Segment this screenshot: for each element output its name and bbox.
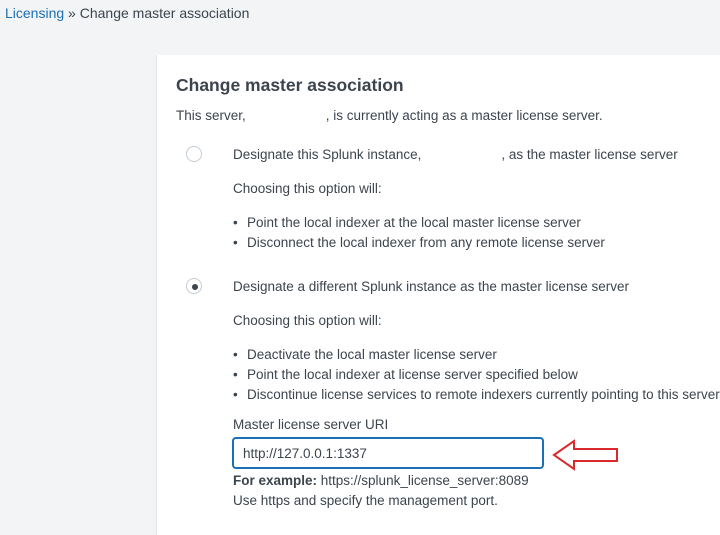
option-remote-bullet-3: Discontinue license services to remote i… [233,387,720,402]
option-remote-bullet-2: Point the local indexer at license serve… [233,367,578,382]
breadcrumb-separator: » [64,5,80,21]
master-uri-input[interactable] [232,437,544,469]
page-title: Change master association [176,75,404,95]
option-local-bullet-2: Disconnect the local indexer from any re… [233,235,605,250]
radio-remote-master[interactable] [186,278,202,294]
option-remote-choosing-text: Choosing this option will: [233,313,382,328]
uri-example-value: https://splunk_license_server:8089 [317,473,529,488]
radio-local-master[interactable] [186,146,202,162]
option-local-bullet-1: Point the local indexer at the local mas… [233,215,581,230]
uri-label: Master license server URI [233,417,389,432]
option-local-label-suffix: , as the master license server [501,147,678,162]
status-suffix: , is currently acting as a master licens… [325,108,603,123]
status-prefix: This server, [176,108,246,123]
breadcrumb-link-licensing[interactable]: Licensing [5,5,64,21]
uri-example-label: For example: [233,473,318,488]
option-remote-bullet-1: Deactivate the local master license serv… [233,347,497,362]
option-remote-label[interactable]: Designate a different Splunk instance as… [233,279,629,294]
uri-example: For example: https://splunk_license_serv… [233,473,529,488]
red-arrow-left-icon [552,439,618,471]
option-local-choosing-text: Choosing this option will: [233,181,382,196]
uri-hint: Use https and specify the management por… [233,493,498,508]
option-local-label-prefix: Designate this Splunk instance, [233,147,422,162]
change-master-panel: Change master association This server, , … [156,55,720,535]
breadcrumb: Licensing » Change master association [5,5,249,21]
option-local-label[interactable]: Designate this Splunk instance, , as the … [233,147,678,162]
server-status-text: This server, , is currently acting as a m… [176,108,603,123]
breadcrumb-current: Change master association [79,5,250,21]
